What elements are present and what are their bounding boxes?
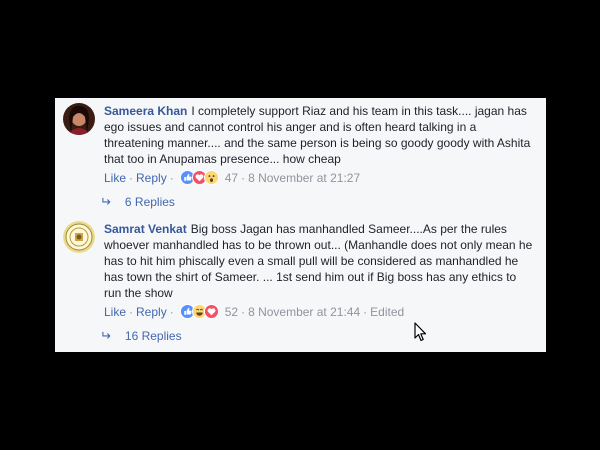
reaction-count[interactable]: 52 bbox=[225, 305, 238, 319]
love-icon bbox=[203, 304, 219, 319]
mouse-cursor-icon bbox=[414, 322, 427, 342]
replies-count-label[interactable]: 6 Replies bbox=[125, 195, 175, 209]
replies-count-label[interactable]: 16 Replies bbox=[125, 329, 182, 343]
comment-body: Sameera Khan I completely support Riaz an… bbox=[104, 103, 534, 167]
comment-body: Samrat Venkat Big boss Jagan has manhandl… bbox=[104, 221, 534, 301]
like-button[interactable]: Like bbox=[104, 305, 126, 319]
reply-arrow-icon: ↵ bbox=[100, 328, 111, 343]
reply-button[interactable]: Reply bbox=[136, 171, 167, 185]
reply-arrow-icon: ↵ bbox=[100, 194, 111, 209]
comment-actions: Like · Reply · 52 · 8 November at 21:44 … bbox=[104, 304, 405, 319]
avatar[interactable] bbox=[63, 221, 95, 253]
comment-author[interactable]: Samrat Venkat bbox=[104, 222, 187, 236]
view-replies-link[interactable]: ↵ 16 Replies bbox=[100, 328, 182, 344]
reaction-count[interactable]: 47 bbox=[225, 171, 238, 185]
comments-panel: Sameera Khan I completely support Riaz an… bbox=[55, 98, 546, 352]
wow-icon bbox=[203, 170, 219, 185]
edited-label[interactable]: Edited bbox=[370, 305, 404, 319]
like-button[interactable]: Like bbox=[104, 171, 126, 185]
comment-actions: Like · Reply · 47 · 8 November at 21:27 bbox=[104, 170, 361, 185]
view-replies-link[interactable]: ↵ 6 Replies bbox=[100, 194, 175, 210]
reactions-summary[interactable] bbox=[179, 304, 219, 319]
avatar[interactable] bbox=[63, 103, 95, 135]
reactions-summary[interactable] bbox=[179, 170, 219, 185]
comment-timestamp[interactable]: 8 November at 21:27 bbox=[248, 171, 360, 185]
reply-button[interactable]: Reply bbox=[136, 305, 167, 319]
comment-timestamp[interactable]: 8 November at 21:44 bbox=[248, 305, 360, 319]
comment-author[interactable]: Sameera Khan bbox=[104, 104, 187, 118]
